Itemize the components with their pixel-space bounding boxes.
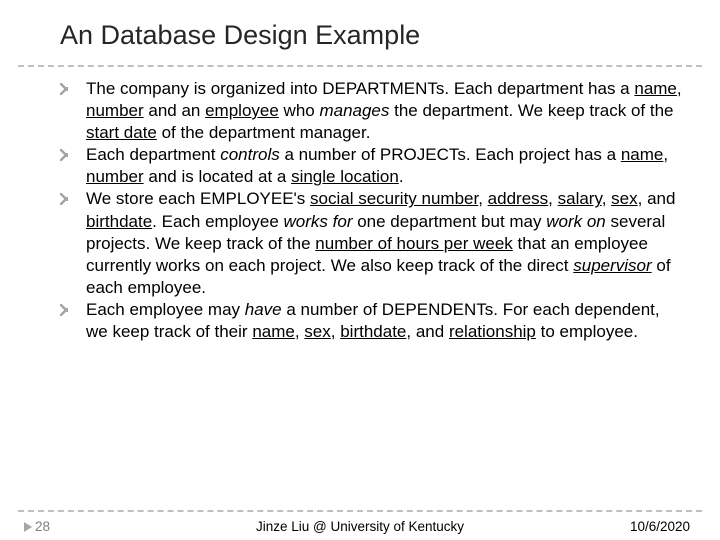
footer-date: 10/6/2020 (630, 519, 690, 534)
text-segment: The company is organized into DEPARTMENT… (86, 79, 634, 98)
content-area: The company is organized into DEPARTMENT… (60, 78, 682, 504)
text-segment: We store each EMPLOYEE's (86, 189, 310, 208)
text-segment: , and (638, 189, 676, 208)
text-segment: salary (558, 189, 602, 208)
text-segment: sex (304, 322, 330, 341)
page-number: 28 (35, 519, 50, 534)
text-segment: and is located at a (144, 167, 291, 186)
text-segment: , (677, 79, 682, 98)
slide: An Database Design Example The company i… (0, 0, 720, 540)
text-segment: employee (205, 101, 279, 120)
text-segment: , (548, 189, 557, 208)
text-segment: name (621, 145, 664, 164)
bullet-item: The company is organized into DEPARTMENT… (60, 78, 682, 144)
text-segment: have (245, 300, 282, 319)
page-arrow-icon (24, 522, 32, 532)
text-segment: Each employee may (86, 300, 245, 319)
text-segment: controls (220, 145, 280, 164)
text-segment: , (331, 322, 340, 341)
text-segment: supervisor (573, 256, 651, 275)
text-segment: works for (284, 212, 353, 231)
text-segment: social security number (310, 189, 478, 208)
footer-author: Jinze Liu @ University of Kentucky (256, 519, 464, 534)
text-segment: a number of PROJECTs. Each project has a (280, 145, 621, 164)
text-segment: , (663, 145, 668, 164)
text-segment: . Each employee (152, 212, 283, 231)
text-segment: single location (291, 167, 399, 186)
text-segment: number of hours per week (315, 234, 513, 253)
text-segment: and an (144, 101, 205, 120)
divider-bottom (18, 510, 702, 512)
page-number-wrap: 28 (24, 519, 50, 534)
text-segment: number (86, 101, 144, 120)
text-segment: who (279, 101, 320, 120)
text-segment: name (252, 322, 295, 341)
text-segment: sex (611, 189, 637, 208)
text-segment: Each department (86, 145, 220, 164)
text-segment: , (602, 189, 611, 208)
text-segment: address (488, 189, 548, 208)
text-segment: the department. We keep track of the (389, 101, 673, 120)
text-segment: manages (319, 101, 389, 120)
text-segment: start date (86, 123, 157, 142)
text-segment: . (399, 167, 404, 186)
bullet-item: Each employee may have a number of DEPEN… (60, 299, 682, 343)
text-segment: birthdate (340, 322, 406, 341)
text-segment: relationship (449, 322, 536, 341)
text-segment: work on (546, 212, 606, 231)
text-segment: one department but may (353, 212, 547, 231)
text-segment: , and (406, 322, 449, 341)
text-segment: , (478, 189, 487, 208)
text-segment: , (295, 322, 304, 341)
bullet-item: We store each EMPLOYEE's social security… (60, 188, 682, 298)
text-segment: birthdate (86, 212, 152, 231)
divider-top (18, 65, 702, 67)
footer: 28 Jinze Liu @ University of Kentucky 10… (0, 514, 720, 534)
slide-title: An Database Design Example (60, 20, 690, 51)
text-segment: name (634, 79, 677, 98)
text-segment: number (86, 167, 144, 186)
text-segment: of the department manager. (157, 123, 371, 142)
bullet-list: The company is organized into DEPARTMENT… (60, 78, 682, 343)
bullet-item: Each department controls a number of PRO… (60, 144, 682, 188)
text-segment: to employee. (536, 322, 638, 341)
